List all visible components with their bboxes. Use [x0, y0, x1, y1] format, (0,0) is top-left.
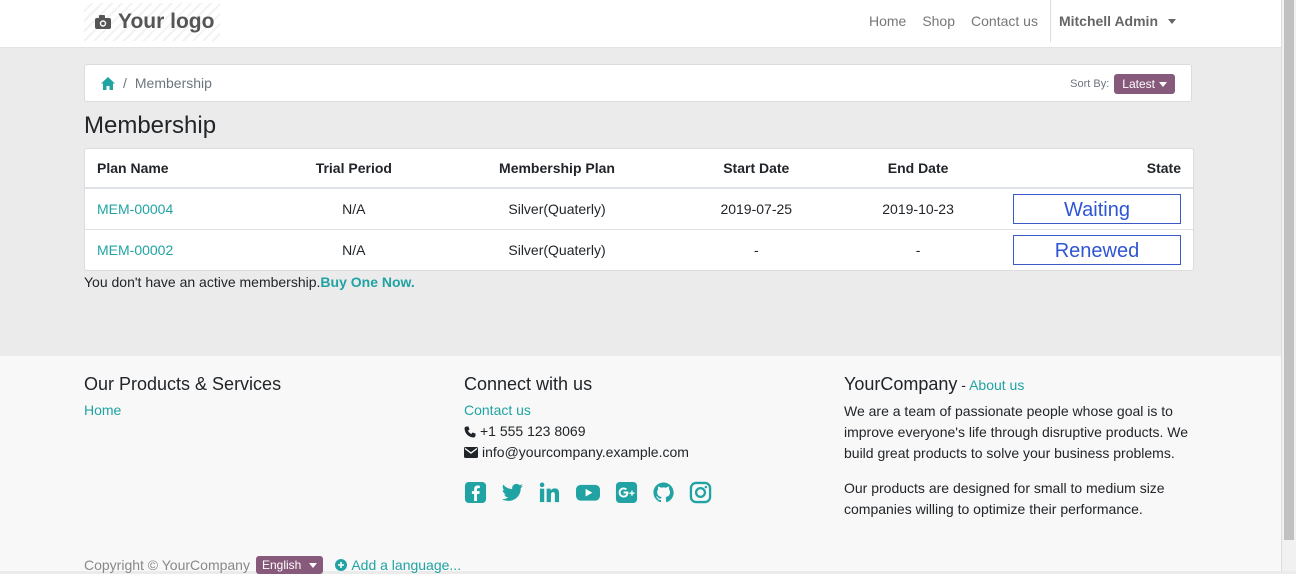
start-date-cell: - — [753, 242, 759, 258]
breadcrumb-separator: / — [123, 75, 127, 91]
footer-company-separator: - — [957, 377, 970, 393]
buy-now-link[interactable]: Buy One Now. — [320, 274, 414, 290]
table-row: MEM-00004 N/A Silver(Quaterly) 2019-07-2… — [85, 188, 1193, 230]
trial-cell: N/A — [269, 188, 439, 230]
sort-label: Sort By: — [1070, 78, 1110, 90]
camera-icon — [95, 15, 111, 29]
footer-company-col: YourCompany - About us We are a team of … — [844, 374, 1194, 534]
membership-table-card: Plan Name Trial Period Membership Plan S… — [84, 148, 1194, 271]
nav-contact-link[interactable]: Contact us — [963, 13, 1046, 29]
footer-company-heading: YourCompany - About us — [844, 374, 1194, 395]
sort-dropdown[interactable]: Latest — [1114, 74, 1175, 94]
footer-connect-col: Connect with us Contact us +1 555 123 80… — [464, 374, 804, 504]
footer-products-col: Our Products & Services Home — [84, 374, 424, 421]
plus-circle-icon — [335, 559, 348, 571]
footer-phone: +1 555 123 8069 — [480, 423, 586, 439]
phone-icon — [464, 426, 476, 437]
instagram-icon[interactable] — [689, 481, 712, 504]
language-value: English — [261, 558, 302, 572]
facebook-icon[interactable] — [464, 481, 487, 504]
social-links — [464, 481, 804, 504]
footer-contact-link[interactable]: Contact us — [464, 402, 531, 418]
copyright-bar: Copyright © YourCompany English Add a la… — [84, 556, 461, 574]
google-plus-icon[interactable] — [615, 481, 638, 504]
footer: Our Products & Services Home Connect wit… — [0, 356, 1282, 574]
breadcrumb-bar: / Membership Sort By: Latest — [84, 64, 1192, 102]
page-title: Membership — [84, 112, 217, 139]
footer-about-link[interactable]: About us — [969, 377, 1024, 393]
col-start-date: Start Date — [675, 149, 838, 189]
nav-shop-link[interactable]: Shop — [914, 13, 963, 29]
col-end-date: End Date — [837, 149, 999, 189]
logo[interactable]: Your logo — [84, 3, 220, 41]
top-navbar: Your logo Home Shop Contact us Mitchell … — [0, 0, 1282, 48]
github-icon[interactable] — [652, 481, 675, 504]
col-plan-name: Plan Name — [85, 149, 269, 189]
youtube-icon[interactable] — [575, 481, 601, 504]
caret-down-icon — [1168, 18, 1176, 24]
col-trial-period: Trial Period — [269, 149, 439, 189]
home-icon[interactable] — [101, 76, 115, 90]
vertical-scrollbar[interactable] — [1281, 0, 1296, 571]
envelope-icon — [464, 447, 478, 458]
end-date-cell: 2019-10-23 — [837, 188, 999, 230]
breadcrumb: / Membership — [101, 75, 212, 91]
breadcrumb-current: Membership — [134, 75, 212, 91]
table-header-row: Plan Name Trial Period Membership Plan S… — [85, 149, 1193, 189]
caret-down-icon — [1159, 81, 1167, 87]
plan-link[interactable]: MEM-00004 — [97, 201, 173, 217]
linkedin-icon[interactable] — [538, 481, 561, 504]
membership-notice: You don't have an active membership.Buy … — [84, 274, 415, 290]
footer-company-title: YourCompany — [844, 374, 958, 394]
col-state: State — [999, 149, 1193, 189]
user-name: Mitchell Admin — [1058, 13, 1158, 29]
col-membership-plan: Membership Plan — [438, 149, 676, 189]
footer-company-para1: We are a team of passionate people whose… — [844, 403, 1189, 461]
language-dropdown[interactable]: English — [255, 556, 324, 574]
nav-home-link[interactable]: Home — [861, 13, 914, 29]
start-date-cell: 2019-07-25 — [675, 188, 838, 230]
footer-connect-title: Connect with us — [464, 374, 593, 394]
footer-company-para2: Our products are designed for small to m… — [844, 480, 1165, 517]
footer-products-title: Our Products & Services — [84, 374, 282, 394]
end-date-cell: - — [915, 242, 921, 258]
state-badge: Waiting — [1013, 194, 1181, 224]
caret-down-icon — [309, 562, 318, 568]
sort-value: Latest — [1122, 77, 1155, 91]
scrollbar-thumb[interactable] — [1284, 0, 1294, 540]
table-row: MEM-00002 N/A Silver(Quaterly) - - Renew… — [85, 230, 1193, 271]
twitter-icon[interactable] — [501, 481, 524, 504]
logo-text: Your logo — [118, 10, 215, 33]
footer-home-link[interactable]: Home — [84, 402, 121, 418]
notice-text: You don't have an active membership. — [84, 274, 321, 290]
trial-cell: N/A — [342, 242, 366, 258]
membership-table: Plan Name Trial Period Membership Plan S… — [85, 149, 1193, 270]
buy-now-label: Buy One Now. — [320, 274, 415, 290]
state-badge: Renewed — [1013, 235, 1181, 265]
membership-plan-cell: Silver(Quaterly) — [508, 242, 606, 258]
membership-plan-cell: Silver(Quaterly) — [438, 188, 676, 230]
nav-links: Home Shop Contact us Mitchell Admin — [861, 0, 1186, 42]
footer-email: info@yourcompany.example.com — [482, 444, 689, 460]
sort-control: Sort By: Latest — [1070, 74, 1175, 94]
plan-link[interactable]: MEM-00002 — [97, 242, 173, 258]
user-menu[interactable]: Mitchell Admin — [1049, 0, 1186, 42]
